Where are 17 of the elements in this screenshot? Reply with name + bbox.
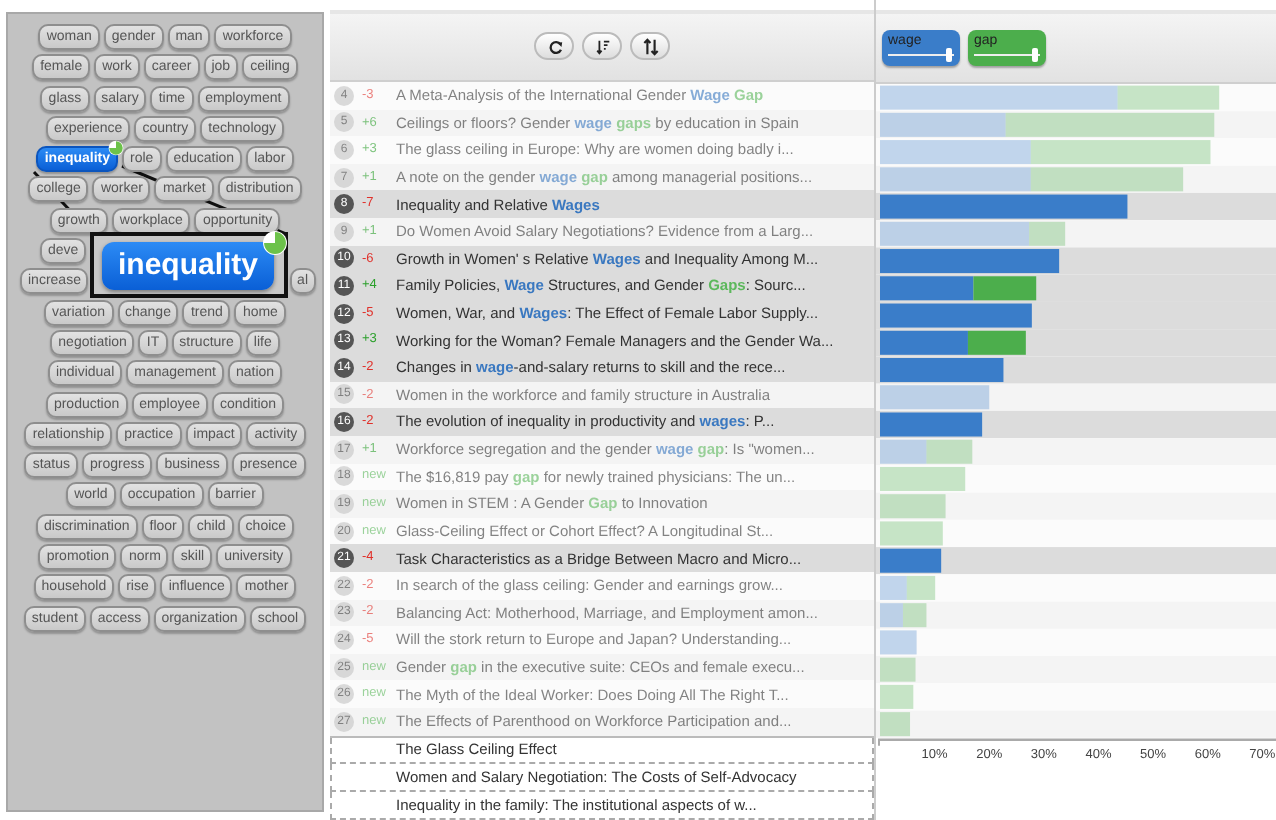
swap-icon	[641, 37, 659, 56]
swap-button[interactable]	[630, 32, 670, 61]
progress-icon	[108, 140, 125, 157]
refresh-icon	[545, 37, 563, 56]
progress-icon	[262, 229, 289, 255]
slider-thumb[interactable]	[1031, 48, 1038, 62]
bar	[880, 712, 911, 737]
slider-thumb[interactable]	[945, 48, 952, 62]
bar	[880, 358, 1004, 383]
bar	[880, 385, 990, 410]
bar	[880, 494, 946, 519]
sort-button[interactable]	[582, 32, 622, 61]
bar	[880, 657, 916, 682]
bar	[880, 684, 914, 709]
refresh-button[interactable]	[534, 32, 574, 61]
bar	[880, 521, 943, 546]
sort-icon	[593, 37, 611, 56]
